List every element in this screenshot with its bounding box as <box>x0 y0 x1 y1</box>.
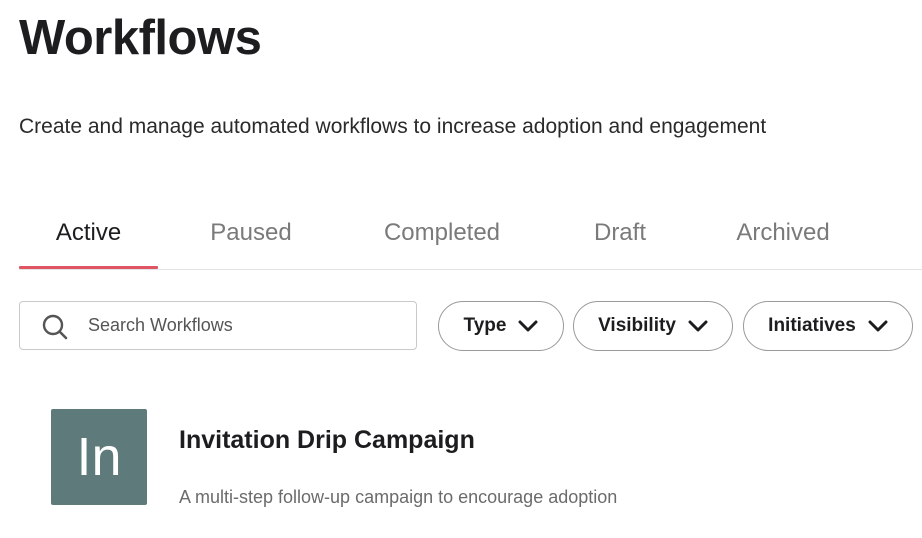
visibility-filter-label: Visibility <box>598 315 676 336</box>
chevron-down-icon <box>518 320 538 332</box>
search-box[interactable] <box>19 301 417 350</box>
search-icon <box>42 314 68 340</box>
initiatives-filter-label: Initiatives <box>768 315 856 336</box>
workflow-title[interactable]: Invitation Drip Campaign <box>179 423 475 457</box>
search-input[interactable] <box>88 302 408 349</box>
initiatives-filter-button[interactable]: Initiatives <box>743 301 913 351</box>
visibility-filter-button[interactable]: Visibility <box>573 301 733 351</box>
chevron-down-icon <box>688 320 708 332</box>
tab-completed[interactable]: Completed <box>361 198 523 268</box>
workflow-avatar: In <box>51 409 147 505</box>
page-title: Workflows <box>19 11 262 65</box>
tab-draft[interactable]: Draft <box>574 198 666 268</box>
tab-active[interactable]: Active <box>19 198 158 269</box>
status-tabs: Active Paused Completed Draft Archived <box>19 198 922 270</box>
type-filter-button[interactable]: Type <box>438 301 564 351</box>
tab-paused[interactable]: Paused <box>190 198 312 268</box>
workflow-description: A multi-step follow-up campaign to encou… <box>179 487 618 507</box>
workflows-page: Workflows Create and manage automated wo… <box>0 0 922 538</box>
chevron-down-icon <box>868 320 888 332</box>
tab-archived[interactable]: Archived <box>715 198 851 268</box>
type-filter-label: Type <box>463 315 507 336</box>
page-subtitle: Create and manage automated workflows to… <box>19 115 767 138</box>
